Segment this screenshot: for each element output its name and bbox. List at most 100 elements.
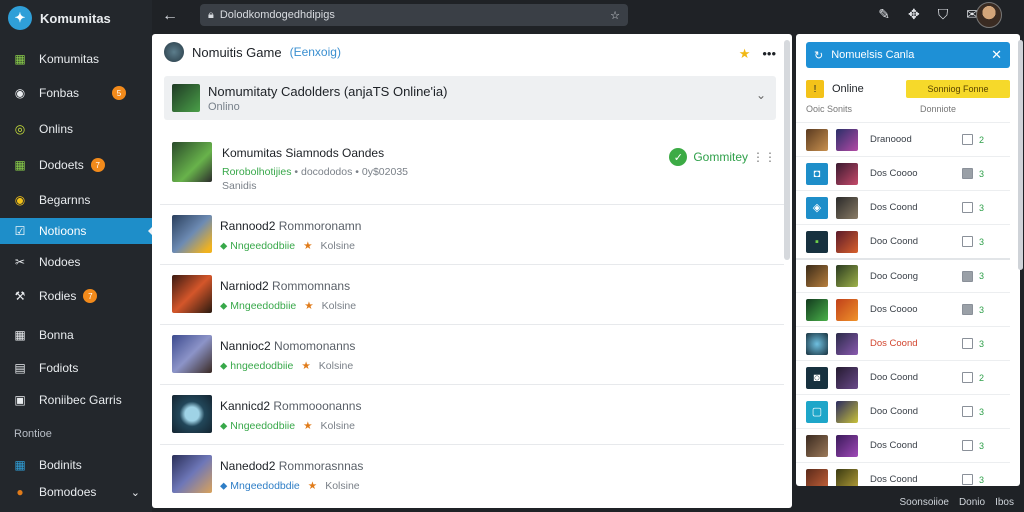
- item-tag: ⬥ hngeedodbiie: [220, 360, 294, 372]
- member-avatar: [836, 400, 858, 423]
- main-scrollbar[interactable]: [784, 40, 790, 260]
- featured-item[interactable]: Komumitas Siamnods Oandes Rorobolhotijie…: [164, 136, 776, 202]
- member-count: 3: [979, 338, 985, 349]
- footer-link[interactable]: Soonsoiioe: [899, 497, 948, 508]
- sidebar-item-label: Bomodoes: [39, 485, 97, 499]
- member-checkbox[interactable]: [962, 338, 973, 349]
- sidebar-section-item-1[interactable]: ● Bomodoes ⌄: [0, 479, 152, 505]
- member-row[interactable]: ◘ Dos Coooo 3: [796, 156, 1010, 190]
- item-subtitle: Rommomnans: [272, 279, 351, 293]
- sidebar-item-label: Begarnns: [39, 193, 91, 207]
- right-panel-header: ↻ Nomuelsis Canla ✕: [806, 42, 1010, 68]
- wrench-icon: ⚒: [14, 289, 26, 303]
- more-menu-icon[interactable]: ⋮⋮: [752, 150, 776, 164]
- sidebar-item-5[interactable]: ☑ Notioons: [0, 218, 153, 244]
- list-item[interactable]: Kannicd2 Rommooonanns ⬥ Nngeedodbiie ★ Kol…: [160, 384, 784, 444]
- list-item[interactable]: Narniod2 Rommomnans ⬥ Mngeedodbiie ★ Kolsi…: [160, 264, 784, 324]
- member-row[interactable]: Dos Coond 3: [796, 462, 1010, 486]
- item-thumbnail: [172, 215, 212, 253]
- group-selector[interactable]: Nomumitaty Cadolders (anjaTS Online'ia) …: [164, 76, 776, 120]
- user-avatar[interactable]: [976, 2, 1002, 28]
- sidebar-item-0[interactable]: ▦ Komumitas: [0, 46, 152, 72]
- sidebar-item-3[interactable]: ▦ Dodoets 7: [0, 152, 152, 178]
- member-row[interactable]: Doo Coong 3: [796, 258, 1010, 292]
- member-checkbox[interactable]: [962, 440, 973, 451]
- sidebar-item-10[interactable]: ▣ Roniibec Garris: [0, 387, 152, 413]
- member-checkbox[interactable]: [962, 270, 973, 282]
- member-checkbox[interactable]: [962, 474, 973, 485]
- member-count: 3: [979, 168, 985, 179]
- brand[interactable]: ✦ Komumitas: [0, 0, 152, 36]
- back-arrow-icon[interactable]: ←: [162, 7, 186, 25]
- chart-icon: ▦: [14, 158, 26, 172]
- chevron-down-icon[interactable]: ⌄: [756, 88, 766, 102]
- item-thumbnail: [172, 275, 212, 313]
- refresh-icon[interactable]: ↻: [814, 49, 823, 62]
- group-title: Nomumitaty Cadolders (anjaTS Online'ia): [208, 84, 448, 99]
- app-icon: ▪: [806, 230, 828, 253]
- top-bar: ← 🔒︎ Dolodkomdogedhdipigs ☆ ✎ ✥ ⛉ ✉: [152, 0, 1024, 32]
- member-name: Dos Coond: [870, 440, 918, 451]
- pen-icon[interactable]: ✎: [878, 6, 890, 23]
- member-checkbox[interactable]: [962, 168, 973, 179]
- item-mode: Kolsine: [318, 360, 354, 372]
- item-subtitle: Nomomonanns: [274, 339, 356, 353]
- member-row[interactable]: ◙ Doo Coond 2: [796, 360, 1010, 394]
- chevron-down-icon[interactable]: ⌄: [131, 486, 140, 499]
- bookmark-star-icon[interactable]: ☆: [610, 9, 620, 22]
- member-row[interactable]: Dos Coond 3: [796, 326, 1010, 360]
- disc-icon: ◉: [14, 193, 26, 207]
- member-row[interactable]: ◈ Dos Coond 3: [796, 190, 1010, 224]
- sidebar-item-label: Bonna: [39, 328, 74, 342]
- member-name: Dos Coond: [870, 338, 918, 349]
- puzzle-icon[interactable]: ✥: [908, 6, 920, 23]
- sidebar-item-9[interactable]: ▤ Fodiots: [0, 355, 152, 381]
- notification-badge: 5: [112, 86, 127, 100]
- right-panel: ↻ Nomuelsis Canla ✕ ! Online Sonniog Fon…: [796, 34, 1020, 486]
- sidebar-item-1[interactable]: ◉ Fonbas 5: [0, 80, 152, 106]
- list-item[interactable]: Nanedod2 Rommorasnnas ⬥ Mngeedodbdie ★ Kol…: [160, 444, 784, 504]
- right-scrollbar[interactable]: [1018, 40, 1023, 270]
- member-checkbox[interactable]: [962, 304, 973, 315]
- status-badge[interactable]: ✓ Gommitey: [669, 148, 748, 166]
- member-checkbox[interactable]: [962, 202, 973, 213]
- member-row[interactable]: ▪ Doo Coond 3: [796, 224, 1010, 258]
- sidebar-item-6[interactable]: ✂ Nodoes: [0, 249, 152, 275]
- member-row[interactable]: Dranoood 2: [796, 122, 1010, 156]
- member-checkbox[interactable]: [962, 372, 973, 383]
- member-row[interactable]: Dos Coooo 3: [796, 292, 1010, 326]
- member-row[interactable]: Dos Coond 3: [796, 428, 1010, 462]
- header-tag[interactable]: (Eenxoig): [290, 45, 341, 59]
- close-icon[interactable]: ✕: [991, 47, 1002, 63]
- sidebar-item-7[interactable]: ⚒ Rodies 7: [0, 283, 152, 309]
- list-item[interactable]: Rannood2 Rommoronamn ⬥ Nngeedodbiie ★ Kols…: [160, 204, 784, 264]
- main-panel: Nomuitis Game (Eenxoig) ★ ••• Nomumitaty…: [152, 34, 792, 508]
- item-mode: Kolsine: [320, 240, 355, 252]
- item-mode: Kolsine: [320, 420, 355, 432]
- sidebar-item-8[interactable]: ▦ Bonna: [0, 322, 152, 348]
- app-icon: ◙: [806, 366, 828, 389]
- member-checkbox[interactable]: [962, 134, 973, 145]
- sidebar-section-item-0[interactable]: ▦ Bodinits: [0, 452, 152, 478]
- star-icon: ★: [301, 360, 311, 372]
- member-checkbox[interactable]: [962, 236, 973, 247]
- item-tag: ⬥ Nngeedodbiie: [220, 420, 296, 432]
- item-mode: Kolsine: [321, 300, 357, 312]
- check-square-icon: ☑: [14, 224, 26, 238]
- featured-meta: Rorobolhotijies • docododos • 0y$02035: [222, 166, 408, 178]
- sidebar: ✦ Komumitas ▦ Komumitas ◉ Fonbas 5 ◎ Onl…: [0, 0, 153, 512]
- footer-link[interactable]: Donio: [959, 497, 985, 508]
- featured-meta-green: Rorobolhotijies: [222, 166, 292, 178]
- shield-icon[interactable]: ⛉: [938, 6, 949, 23]
- sidebar-item-2[interactable]: ◎ Onlins: [0, 116, 152, 142]
- join-button[interactable]: Sonniog Fonne: [906, 80, 1010, 98]
- more-menu-icon[interactable]: •••: [762, 46, 776, 62]
- member-checkbox[interactable]: [962, 406, 973, 417]
- favorite-star-icon[interactable]: ★: [739, 46, 751, 62]
- address-bar[interactable]: 🔒︎ Dolodkomdogedhdipigs ☆: [200, 4, 628, 26]
- sidebar-item-4[interactable]: ◉ Begarnns: [0, 187, 152, 213]
- item-title: Narniod2: [220, 279, 269, 293]
- list-item[interactable]: Nannioc2 Nomomonanns ⬥ hngeedodbiie ★ Kols…: [160, 324, 784, 384]
- member-row[interactable]: ▢ Doo Coond 3: [796, 394, 1010, 428]
- footer-link[interactable]: Ibos: [995, 497, 1014, 508]
